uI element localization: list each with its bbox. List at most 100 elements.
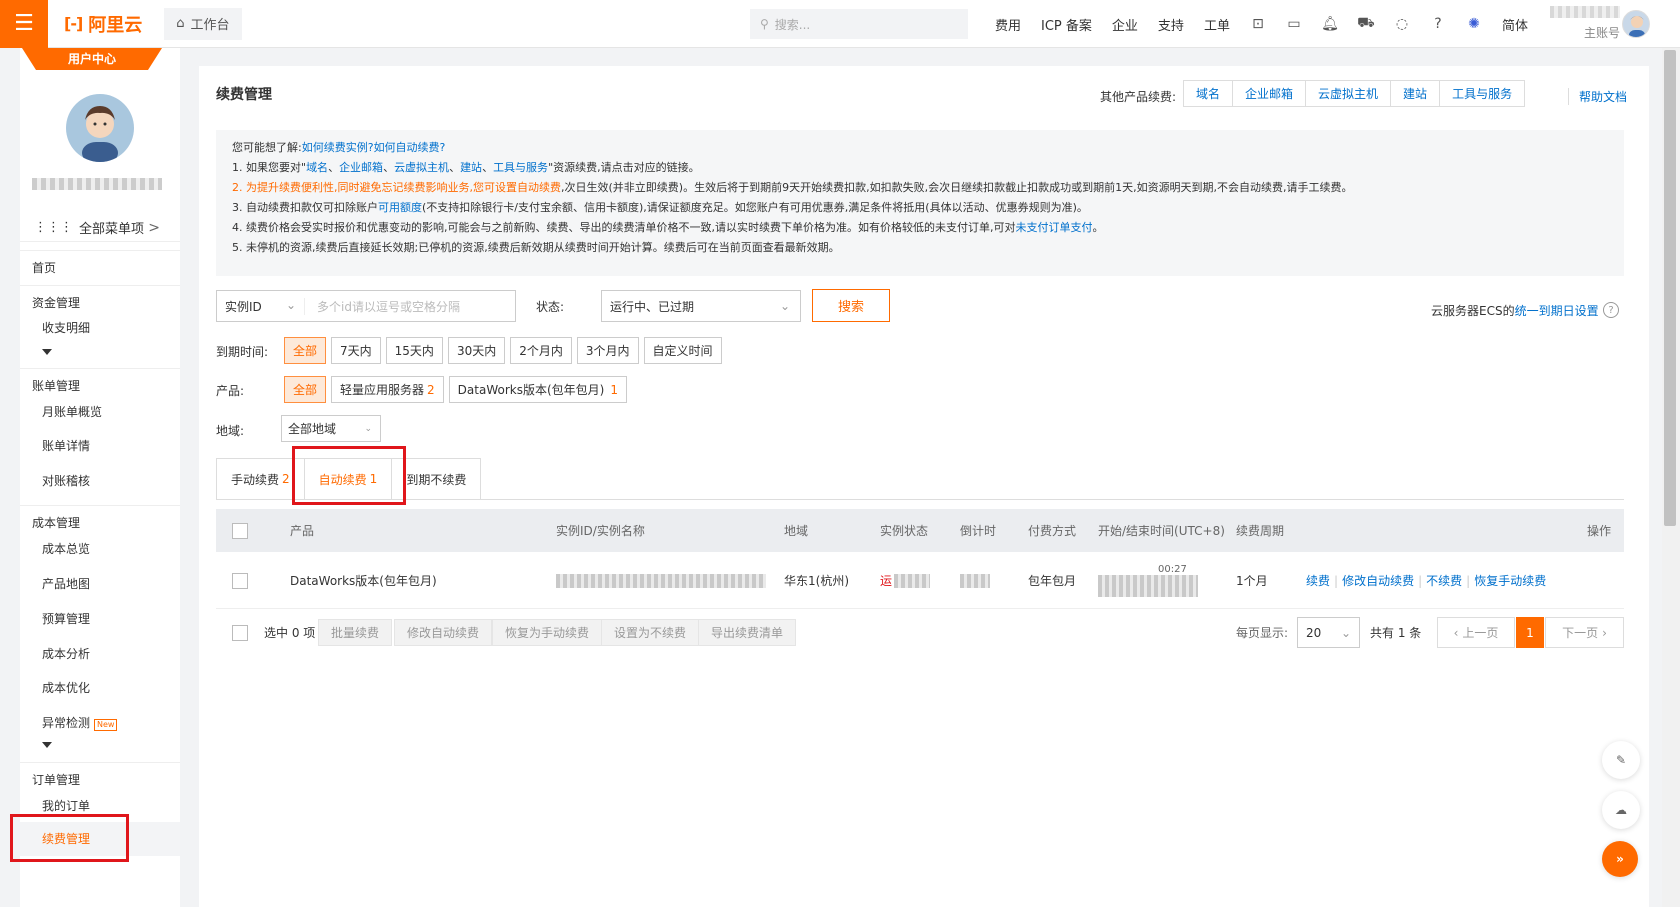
expire-15d[interactable]: 15天内 xyxy=(385,337,443,364)
notice-link-domain[interactable]: 域名 xyxy=(306,161,328,174)
workbench-button[interactable]: ⌂ 工作台 xyxy=(164,7,242,40)
user-avatar[interactable] xyxy=(1622,10,1650,38)
expand-arrow-icon[interactable] xyxy=(42,742,52,748)
bulk-checkbox-cell[interactable] xyxy=(232,619,248,646)
bell-icon[interactable]: 🔔︎ xyxy=(1321,16,1339,32)
nav-support[interactable]: 支持 xyxy=(1158,15,1184,34)
link-domain[interactable]: 域名 xyxy=(1184,81,1234,106)
link-how-renew[interactable]: 如何续费实例? xyxy=(302,141,374,154)
product-all[interactable]: 全部 xyxy=(284,376,327,403)
notice-link-mail[interactable]: 企业邮箱 xyxy=(339,161,383,174)
per-page-label: 每页显示: xyxy=(1236,626,1289,640)
nav-ticket[interactable]: 工单 xyxy=(1204,15,1230,34)
expire-custom[interactable]: 自定义时间 xyxy=(643,337,722,364)
id-type-value: 实例ID xyxy=(225,299,262,314)
assistant-icon[interactable]: ✺ xyxy=(1466,16,1482,32)
lightbulb-icon[interactable]: ◌ xyxy=(1394,16,1410,32)
menu-icon[interactable]: ☰ xyxy=(0,0,48,48)
nav-enterprise[interactable]: 企业 xyxy=(1112,15,1138,34)
batch-restore-manual-button[interactable]: 恢复为手动续费 xyxy=(492,619,603,646)
product-lightweight[interactable]: 轻量应用服务器 2 xyxy=(331,376,444,403)
help-icon[interactable]: ? xyxy=(1430,16,1446,32)
edit-feedback-button[interactable]: ✎ xyxy=(1602,741,1640,779)
row-checkbox-cell[interactable] xyxy=(232,553,248,608)
batch-renew-button[interactable]: 批量续费 xyxy=(318,619,393,646)
link-enterprise-mail[interactable]: 企业邮箱 xyxy=(1233,81,1307,106)
link-virtual-host[interactable]: 云虚拟主机 xyxy=(1306,81,1392,106)
chevron-down-icon: ⌄ xyxy=(1340,625,1351,640)
sidebar-item-reconcile[interactable]: 对账稽核 xyxy=(20,472,180,489)
sidebar-item-product-map[interactable]: 产品地图 xyxy=(20,575,180,592)
account-info[interactable]: 主账号 xyxy=(1530,6,1620,42)
notice-link-host[interactable]: 云虚拟主机 xyxy=(394,161,449,174)
link-how-auto-renew[interactable]: 如何自动续费? xyxy=(374,141,446,154)
home-icon: ⌂ xyxy=(176,16,185,31)
id-type-select[interactable]: 实例ID ⌄ xyxy=(217,297,305,315)
all-menu-button[interactable]: ⋮⋮⋮ 全部菜单项 > xyxy=(20,214,180,242)
expand-arrow-icon[interactable] xyxy=(42,349,52,355)
expire-2m[interactable]: 2个月内 xyxy=(510,337,572,364)
sidebar-group-orders[interactable]: 订单管理 xyxy=(20,762,180,788)
sidebar-item-cost-opt[interactable]: 成本优化 xyxy=(20,679,180,696)
sidebar-group-funds[interactable]: 资金管理 xyxy=(20,285,180,311)
ecs-unified-expire-link[interactable]: 统一到期日设置 xyxy=(1515,304,1599,318)
link-available-credit[interactable]: 可用额度 xyxy=(378,201,422,214)
modify-auto-renew-link[interactable]: 修改自动续费 xyxy=(1342,572,1414,589)
nav-icp[interactable]: ICP 备案 xyxy=(1041,15,1092,34)
sidebar-group-bills[interactable]: 账单管理 xyxy=(20,368,180,394)
sidebar-group-cost[interactable]: 成本管理 xyxy=(20,505,180,531)
renew-link[interactable]: 续费 xyxy=(1306,572,1330,589)
sidebar-item-cost-overview[interactable]: 成本总览 xyxy=(20,540,180,557)
no-renew-link[interactable]: 不续费 xyxy=(1426,572,1462,589)
sidebar-item-bill-detail[interactable]: 账单详情 xyxy=(20,437,180,454)
help-doc-link[interactable]: 帮助文档 xyxy=(1568,88,1627,105)
cart-icon[interactable]: ⛟ xyxy=(1357,15,1375,32)
sidebar-item-monthly[interactable]: 月账单概览 xyxy=(20,403,180,420)
sidebar-item-anomaly[interactable]: 异常检测 New xyxy=(20,714,180,731)
question-icon[interactable]: ? xyxy=(1603,302,1619,318)
instance-id-input[interactable]: 多个id请以逗号或空格分隔 xyxy=(305,298,460,315)
nav-fees[interactable]: 费用 xyxy=(995,15,1021,34)
export-list-button[interactable]: 导出续费清单 xyxy=(698,619,797,646)
aliyun-logo[interactable]: [-] 阿里云 xyxy=(64,11,142,37)
sidebar-item-budget[interactable]: 预算管理 xyxy=(20,610,180,627)
language-switch[interactable]: 简体 xyxy=(1502,15,1528,34)
batch-modify-auto-button[interactable]: 修改自动续费 xyxy=(394,619,493,646)
region-select[interactable]: 全部地域 ⌄ xyxy=(281,415,381,442)
batch-no-renew-button[interactable]: 设置为不续费 xyxy=(601,619,700,646)
cloud-shell-icon[interactable]: ⊡ xyxy=(1250,16,1266,32)
expire-all[interactable]: 全部 xyxy=(284,337,327,364)
expire-30d[interactable]: 30天内 xyxy=(447,337,506,364)
sidebar-item-my-orders[interactable]: 我的订单 xyxy=(20,797,180,814)
status-select[interactable]: 运行中、已过期 ⌄ xyxy=(601,290,801,322)
search-button[interactable]: 搜索 xyxy=(812,289,890,322)
sidebar-item-income[interactable]: 收支明细 xyxy=(20,319,180,336)
link-site-builder[interactable]: 建站 xyxy=(1391,81,1441,106)
scrollbar-thumb[interactable] xyxy=(1664,50,1676,526)
sidebar-item-cost-analysis[interactable]: 成本分析 xyxy=(20,645,180,662)
terminal-icon[interactable]: ▭ xyxy=(1286,16,1302,32)
user-center-badge: 用户中心 xyxy=(22,48,162,70)
notice-link-site[interactable]: 建站 xyxy=(460,161,482,174)
product-dataworks[interactable]: DataWorks版本(包年包月) 1 xyxy=(448,376,627,403)
link-tools-services[interactable]: 工具与服务 xyxy=(1440,81,1524,106)
cloud-button[interactable]: ☁︎ xyxy=(1602,791,1640,829)
per-page-select[interactable]: 20 ⌄ xyxy=(1297,617,1360,648)
restore-manual-link[interactable]: 恢复手动续费 xyxy=(1474,572,1546,589)
link-unpaid-orders[interactable]: 未支付订单支付 xyxy=(1015,221,1092,234)
notice-auto-renew-link[interactable]: 为提升续费便利性,同时避免忘记续费影响业务,您可设置自动续费 xyxy=(246,181,561,194)
prev-page-button[interactable]: ‹ 上一页 xyxy=(1437,617,1515,648)
expand-float-button[interactable]: » xyxy=(1602,841,1638,877)
sidebar-item-home[interactable]: 首页 xyxy=(20,250,180,276)
page-1-button[interactable]: 1 xyxy=(1516,617,1544,648)
expire-3m[interactable]: 3个月内 xyxy=(576,337,639,364)
expire-7d[interactable]: 7天内 xyxy=(331,337,381,364)
checkbox[interactable] xyxy=(232,522,248,539)
select-all-checkbox[interactable] xyxy=(232,509,248,552)
checkbox[interactable] xyxy=(232,624,248,641)
row-instance-redacted[interactable] xyxy=(556,553,766,608)
search-input[interactable]: ⚲ 搜索... xyxy=(750,9,968,39)
notice-link-tools[interactable]: 工具与服务 xyxy=(493,161,548,174)
next-page-button[interactable]: 下一页 › xyxy=(1545,617,1624,648)
checkbox[interactable] xyxy=(232,572,248,589)
